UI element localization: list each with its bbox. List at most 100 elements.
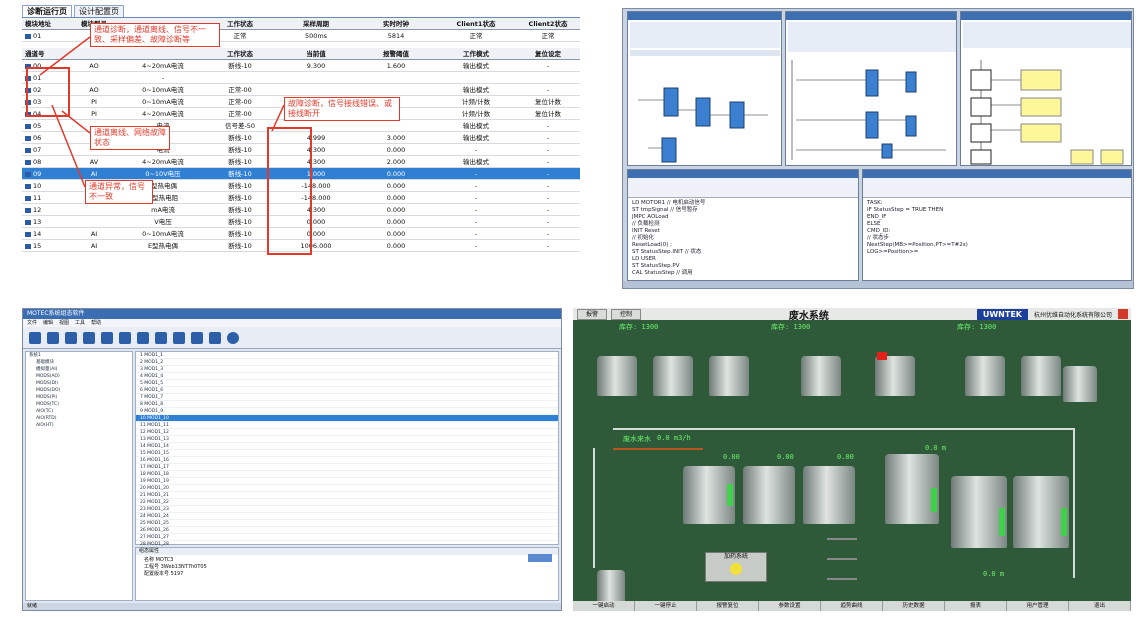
bottom-nav-button[interactable]: 报表 [945, 601, 1007, 611]
bottom-nav-button[interactable]: 报警复位 [697, 601, 759, 611]
menu-item[interactable]: 帮助 [91, 319, 101, 327]
pump-button[interactable] [827, 538, 857, 540]
grid-row[interactable]: 17 MOD1_17 [136, 464, 558, 471]
list-icon[interactable] [137, 331, 149, 344]
grid-row[interactable]: 24 MOD1_24 [136, 513, 558, 520]
grid-row[interactable]: 11 MOD1_11 [136, 422, 558, 429]
star-icon[interactable] [155, 331, 167, 344]
grid-row[interactable]: 4 MOD1_4 [136, 373, 558, 380]
grid-row[interactable]: 3 MOD1_3 [136, 366, 558, 373]
st-code-right[interactable]: TASK: IF StatusStep = TRUE THEN END_IF ELSE… [863, 198, 1131, 258]
property-row: 名称 MOTC3 [144, 557, 174, 563]
pump-button[interactable] [827, 578, 857, 580]
grid-row[interactable]: 12 MOD1_12 [136, 429, 558, 436]
monitor-icon[interactable] [83, 331, 95, 344]
bottom-nav-button[interactable]: 退出 [1069, 601, 1131, 611]
bottom-nav-button[interactable]: 一键停止 [635, 601, 697, 611]
grid-row[interactable]: 22 MOD1_22 [136, 499, 558, 506]
grid-row[interactable]: 19 MOD1_19 [136, 478, 558, 485]
tree-item[interactable]: AIO(TC) [26, 408, 132, 415]
grid-row[interactable]: 6 MOD1_6 [136, 387, 558, 394]
home-icon[interactable] [101, 331, 113, 344]
tree-item[interactable]: MODS(PI) [26, 394, 132, 401]
control-tab[interactable]: 控制 [611, 308, 641, 320]
grid-row[interactable]: 7 MOD1_7 [136, 394, 558, 401]
tree-item[interactable]: MODS(AO) [26, 373, 132, 380]
bottom-nav-button[interactable]: 历史数据 [883, 601, 945, 611]
grid-row[interactable]: 2 MOD1_2 [136, 359, 558, 366]
tree-item[interactable]: AIO(RTD) [26, 415, 132, 422]
cell: PI [91, 110, 97, 118]
tree-item[interactable]: 系统1 [26, 352, 132, 359]
storage-tank[interactable] [801, 356, 841, 396]
dosing-system[interactable]: 加药系统 [705, 552, 767, 582]
storage-tank[interactable] [709, 356, 749, 396]
tree-item[interactable]: 基础模块 [26, 359, 132, 366]
cell: - [546, 242, 550, 250]
small-tank[interactable] [597, 570, 625, 604]
coagulation-tank[interactable] [803, 466, 855, 524]
settings-icon[interactable] [209, 331, 221, 344]
grid-row[interactable]: 25 MOD1_25 [136, 520, 558, 527]
grid-row[interactable]: 21 MOD1_21 [136, 492, 558, 499]
channel-icon [25, 243, 31, 249]
alarm-tab[interactable]: 报警 [577, 308, 607, 320]
user-icon[interactable] [29, 331, 41, 344]
tab-design-config[interactable]: 设计配置页 [74, 5, 124, 17]
cell: - [546, 194, 550, 202]
tree-item[interactable]: MODS(DI) [26, 380, 132, 387]
storage-tank[interactable] [653, 356, 693, 396]
tree-item[interactable]: MODS(DO) [26, 387, 132, 394]
bottom-nav-button[interactable]: 参数设置 [759, 601, 821, 611]
bottom-nav-button[interactable]: 趋势曲线 [821, 601, 883, 611]
bottom-nav-button[interactable]: 用户管理 [1007, 601, 1069, 611]
st-code-left[interactable]: LD MOTOR1 // 电机启动信号 ST tmpSignal // 信号暂存 J… [628, 198, 858, 279]
grid-row[interactable]: 13 MOD1_13 [136, 436, 558, 443]
cell: 工作状态 [227, 50, 253, 58]
channel-icon [25, 231, 31, 237]
grid-row[interactable]: 5 MOD1_5 [136, 380, 558, 387]
network-icon[interactable] [191, 331, 203, 344]
storage-tank[interactable] [1063, 366, 1097, 402]
tree-item[interactable]: 模拟量(AI) [26, 366, 132, 373]
menu-item[interactable]: 文件 [27, 319, 37, 327]
storage-tank[interactable] [1021, 356, 1061, 396]
channel-row[interactable]: 01- [22, 72, 580, 84]
tab-diagnostic-run[interactable]: 诊断运行页 [22, 5, 72, 17]
grid-row[interactable]: 15 MOD1_15 [136, 450, 558, 457]
tree-item[interactable]: MODS(TC) [26, 401, 132, 408]
close-icon[interactable] [1118, 309, 1128, 319]
grid-row[interactable]: 18 MOD1_18 [136, 471, 558, 478]
grid-row[interactable]: 26 MOD1_26 [136, 527, 558, 534]
storage-tank[interactable] [597, 356, 637, 396]
bottom-nav-button[interactable]: 一键启动 [573, 601, 635, 611]
grid-row[interactable]: 9 MOD1_9 [136, 408, 558, 415]
grid-row[interactable]: 20 MOD1_20 [136, 485, 558, 492]
upload-icon[interactable] [65, 331, 77, 344]
grid-row[interactable]: 10 MOD1_10 [136, 415, 558, 422]
reuse-tank[interactable] [743, 466, 795, 524]
download-icon[interactable] [47, 331, 59, 344]
channel-header-row: 通道号 工作状态 当前值 报警阈值 工作模式 复位设定 [22, 48, 580, 60]
grid-row[interactable]: 16 MOD1_16 [136, 457, 558, 464]
grid-row[interactable]: 27 MOD1_27 [136, 534, 558, 541]
menu-item[interactable]: 编辑 [43, 319, 53, 327]
pump-button[interactable] [827, 558, 857, 560]
storage-tank[interactable] [965, 356, 1005, 396]
cell: 07 [22, 144, 66, 155]
channel-row[interactable]: 00 AO 4~20mA电流 断线-10 9.300 1.600 输出模式 - [22, 60, 580, 72]
cell: 工作模式 [463, 50, 489, 58]
filter-icon[interactable] [173, 331, 185, 344]
channel-row[interactable]: 02 AO 0~10mA电流 正常-00 输出模式 - [22, 84, 580, 96]
apply-button[interactable] [528, 554, 552, 562]
save-icon[interactable] [119, 331, 131, 344]
help-icon[interactable] [227, 331, 239, 344]
grid-row[interactable]: 1 MOD1_1 [136, 352, 558, 359]
grid-row[interactable]: 8 MOD1_8 [136, 401, 558, 408]
tree-item[interactable]: AIO(HT) [26, 422, 132, 429]
grid-row[interactable]: 14 MOD1_14 [136, 443, 558, 450]
storage-tank[interactable] [875, 356, 915, 396]
menu-item[interactable]: 工具 [75, 319, 85, 327]
grid-row[interactable]: 23 MOD1_23 [136, 506, 558, 513]
menu-item[interactable]: 视图 [59, 319, 69, 327]
